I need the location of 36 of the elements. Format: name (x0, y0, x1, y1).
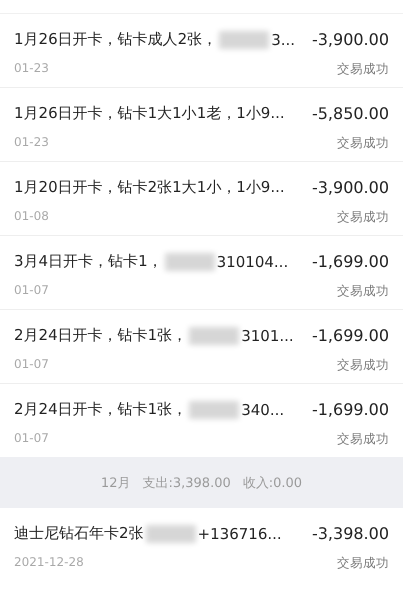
amount: -1,699.00 (312, 400, 389, 419)
transaction-title: 3... (271, 30, 296, 48)
transaction-status: 交易成功 (337, 357, 389, 374)
amount: -3,900.00 (312, 30, 389, 49)
transaction-title: 2月24日开卡，钻卡1张， (14, 326, 188, 345)
transaction-date: 01-07 (14, 283, 49, 299)
transaction-status: 交易成功 (337, 283, 389, 300)
transaction-title: 迪士尼钻石年卡2张 (14, 524, 144, 543)
month-label: 12月 (100, 474, 130, 492)
transaction-status: 交易成功 (337, 135, 389, 152)
transaction-date: 01-08 (14, 209, 49, 225)
transaction-status: 交易成功 (337, 209, 389, 226)
transaction-title: 3101... (241, 326, 294, 344)
transaction-status: 交易成功 (337, 431, 389, 448)
transaction-title: 1月26日开卡，钻卡1大1小1老，1小9... (14, 104, 285, 123)
transaction-status: 交易成功 (337, 61, 389, 78)
transaction-date: 2021-12-28 (14, 555, 84, 571)
transaction-title: 2月24日开卡，钻卡1张， (14, 400, 188, 419)
transaction-title: 310104... (216, 252, 288, 270)
transaction-title: 340... (241, 400, 284, 418)
expense-total: 支出:3,398.00 (142, 474, 231, 492)
transaction-title: +136716... (198, 524, 282, 542)
amount: -1,699.00 (312, 252, 389, 271)
transaction-date: 01-07 (14, 431, 49, 447)
transaction-title: 3月4日开卡，钻卡1， (14, 252, 163, 271)
transaction-title: 1月20日开卡，钻卡2张1大1小，1小9... (14, 178, 285, 197)
transaction-date: 01-23 (14, 61, 49, 77)
amount: -1,699.00 (312, 326, 389, 345)
amount: -3,398.00 (312, 524, 389, 543)
transaction-status: 交易成功 (337, 555, 389, 572)
transaction-date: 01-23 (14, 135, 49, 151)
transaction-date: 01-07 (14, 357, 49, 373)
income-total: 收入:0.00 (242, 474, 302, 492)
transaction-title: 1月26日开卡，钻卡成人2张， (14, 30, 218, 49)
amount: -3,900.00 (312, 178, 389, 197)
amount: -5,850.00 (312, 104, 389, 123)
